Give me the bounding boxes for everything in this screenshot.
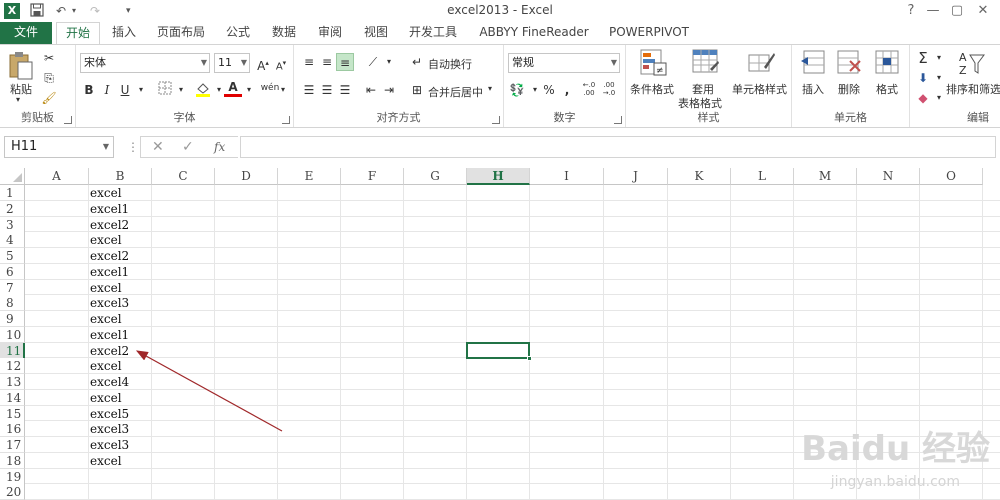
watermark-logo: Baidu 经验 (801, 429, 990, 469)
watermark-url: jingyan.baidu.com (830, 474, 960, 490)
